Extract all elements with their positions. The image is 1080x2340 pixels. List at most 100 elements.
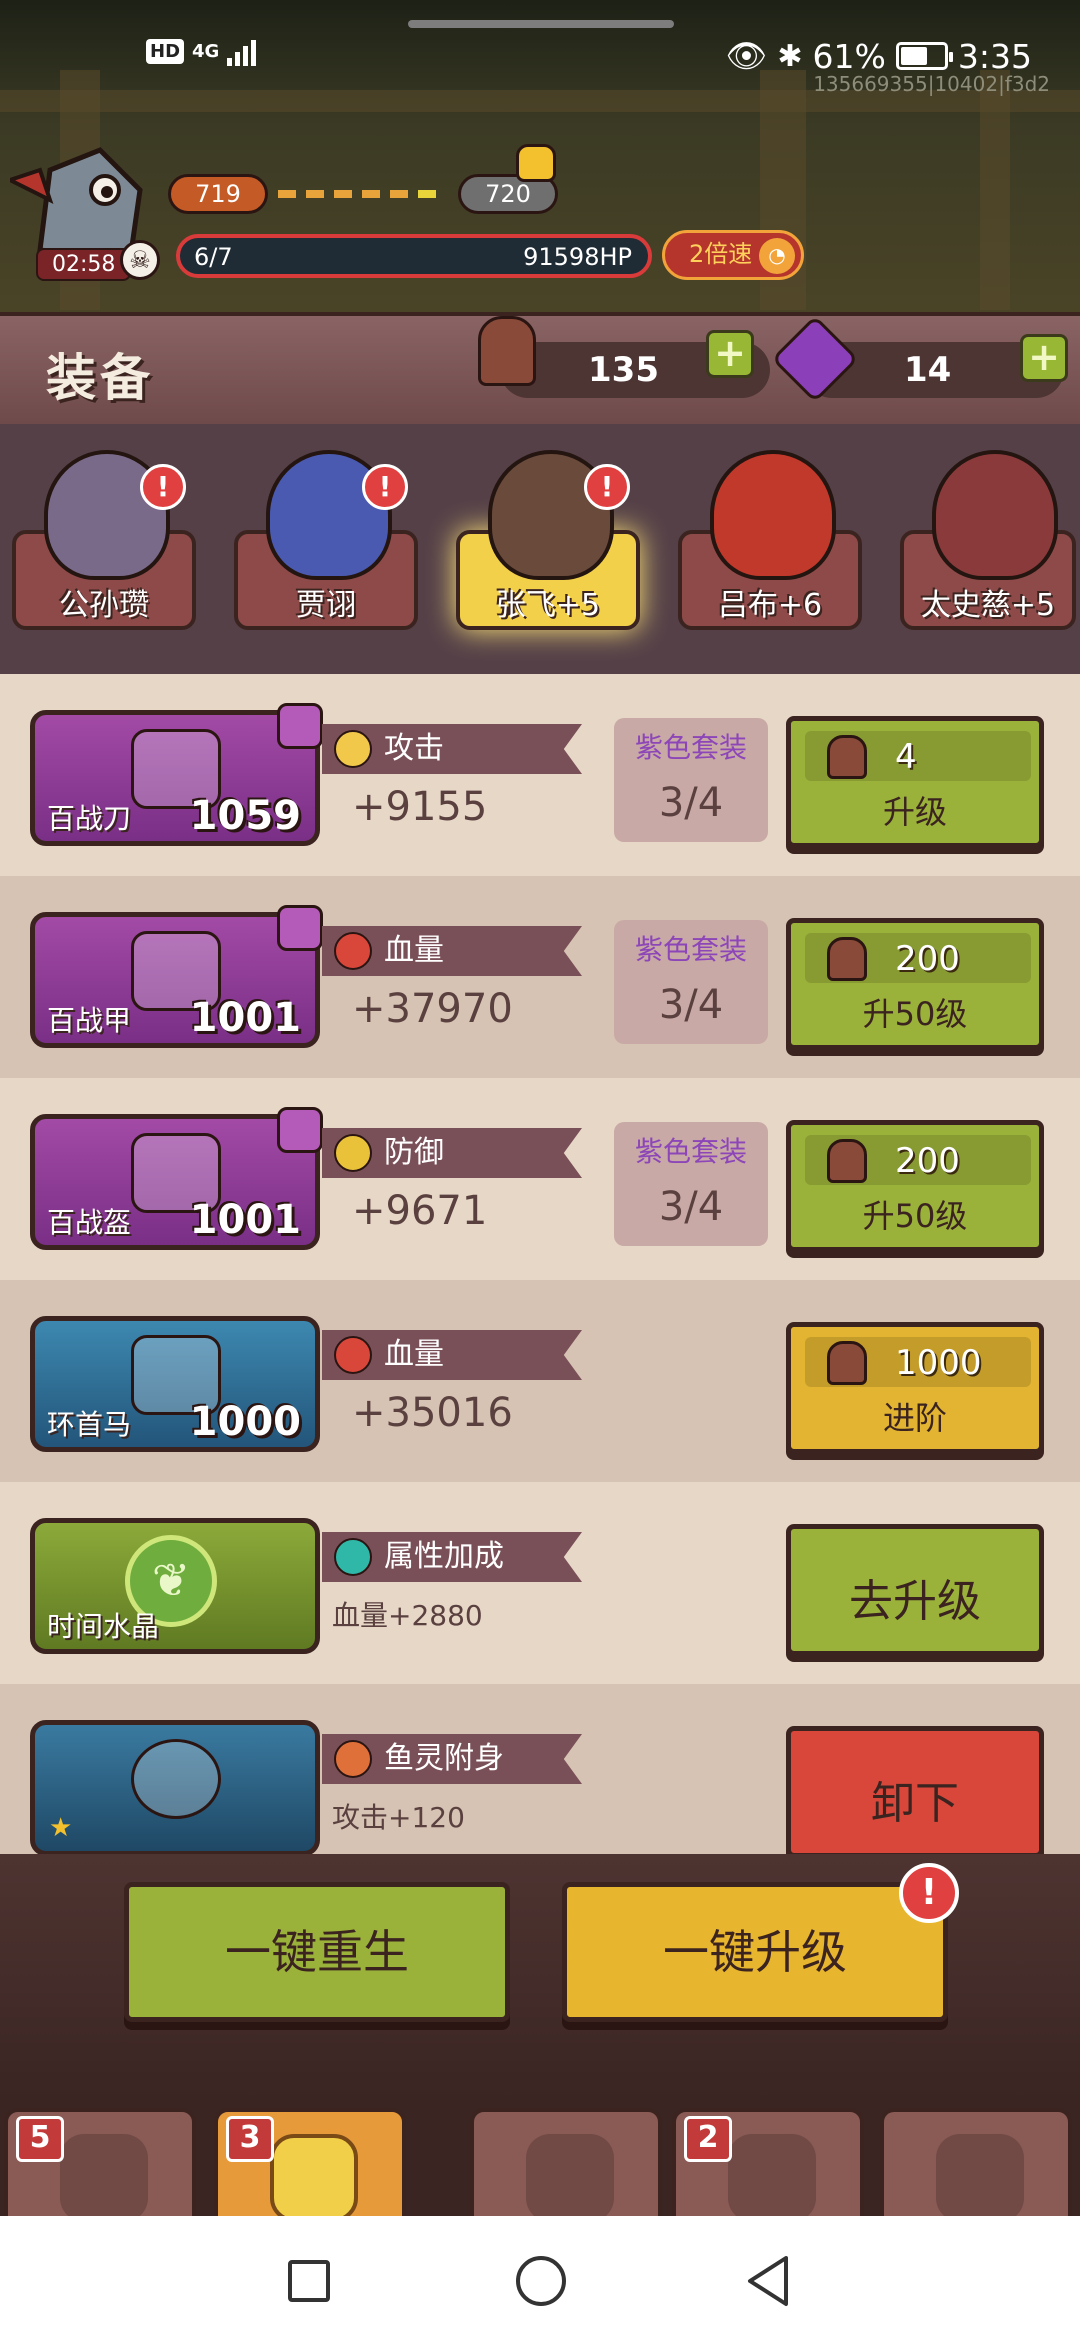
equipment-row: 百战刀 1059 攻击 +9155 紫色套装 3/4 4 升级 — [0, 674, 1080, 876]
item-power: 1001 — [189, 1197, 301, 1243]
cost-value: 200 — [895, 1141, 960, 1181]
speed-button[interactable]: 2倍速 ◔ — [662, 230, 804, 280]
set-count: 3/4 — [658, 1184, 724, 1230]
blood-drop-icon — [334, 1336, 372, 1374]
hero-name: 公孙瓒 — [59, 588, 149, 623]
item-name: 百战甲 — [47, 1004, 132, 1037]
item-slot-weapon[interactable]: 百战刀 1059 — [30, 703, 323, 846]
button-label: 升50级 — [862, 1197, 968, 1235]
cost-value: 1000 — [895, 1343, 982, 1383]
tab-badge: 3 — [226, 2116, 274, 2162]
item-slot-helmet[interactable]: 百战盔 1001 — [30, 1107, 323, 1250]
item-power: 1059 — [189, 793, 301, 839]
hero-portrait — [932, 450, 1058, 580]
fish-spirit-icon — [334, 1740, 372, 1778]
add-crystal-button[interactable]: + — [1020, 334, 1068, 382]
blood-drop-icon — [334, 932, 372, 970]
progress-dash — [418, 190, 436, 198]
equipment-row: 百战盔 1001 防御 +9671 紫色套装 3/4 200 升50级 — [0, 1078, 1080, 1280]
recents-button[interactable] — [288, 2260, 330, 2302]
item-name: 百战盔 — [47, 1206, 132, 1239]
reward-bag-icon[interactable] — [516, 144, 556, 182]
speed-label: 2倍速 — [689, 240, 753, 268]
tab-skills[interactable] — [470, 2108, 662, 2216]
alert-icon: ! — [899, 1863, 959, 1923]
item-power: 1000 — [189, 1399, 301, 1445]
hero-card-zhangfei[interactable]: ! 张飞+5 — [456, 450, 640, 630]
action-area: 一键重生 一键升级 ! — [0, 1854, 1080, 2100]
stat-value: 血量+2880 — [332, 1599, 483, 1632]
eye-icon: 👁 — [725, 36, 768, 75]
button-label: 进阶 — [882, 1399, 947, 1437]
item-slot-mount[interactable]: 环首马 1000 — [30, 1316, 320, 1452]
unequip-button[interactable]: 卸下 — [786, 1726, 1044, 1854]
hd-badge: HD — [146, 38, 185, 64]
stat-value: +9671 — [352, 1188, 488, 1234]
progress-dash — [390, 190, 408, 198]
equipment-list: 百战刀 1059 攻击 +9155 紫色套装 3/4 4 升级 百战甲 1001… — [0, 674, 1080, 1854]
stat-label: 血量 — [384, 933, 444, 968]
set-label: 紫色套装 — [634, 933, 747, 966]
advance-button[interactable]: 1000 进阶 — [786, 1322, 1044, 1454]
button-label: 去升级 — [849, 1576, 981, 1627]
hero-card-lvbu[interactable]: ! 吕布+6 — [678, 450, 862, 630]
add-ore-button[interactable]: + — [706, 330, 754, 378]
item-slot-crystal[interactable]: ❦ 时间水晶 — [30, 1518, 320, 1654]
tab-shop[interactable] — [880, 2108, 1072, 2216]
hero-card-gongsunzan[interactable]: ! 公孙瓒 — [12, 450, 196, 630]
hero-card-taishici[interactable]: ! 太史慈+5 — [900, 450, 1076, 630]
home-button[interactable] — [516, 2256, 566, 2306]
progress-dash — [334, 190, 352, 198]
tab-treasure[interactable]: 2 — [672, 2108, 864, 2216]
armor-set-icon — [277, 703, 323, 749]
progress-dash — [306, 190, 324, 198]
upgrade-50-button[interactable]: 200 升50级 — [786, 1120, 1044, 1252]
back-button[interactable] — [740, 2252, 796, 2310]
item-name: 百战刀 — [47, 802, 132, 835]
armor-set-icon — [277, 1107, 323, 1153]
cost-display: 200 — [805, 1135, 1031, 1185]
hero-selector: ! 公孙瓒 ! 贾诩 ! 张飞+5 ! 吕布+6 ! 太史慈+5 — [0, 424, 1080, 674]
stat-value: 攻击+120 — [332, 1801, 465, 1834]
tab-heroes[interactable]: 5 — [4, 2108, 196, 2216]
button-label: 升50级 — [862, 995, 968, 1033]
upgrade-button[interactable]: 4 升级 — [786, 716, 1044, 848]
battery-icon — [895, 42, 953, 70]
cost-display: 200 — [805, 933, 1031, 983]
attack-icon — [334, 730, 372, 768]
equipment-row: ★ 鱼灵附身 攻击+120 卸下 — [0, 1684, 1080, 1854]
bluetooth-icon: ✱ — [777, 38, 803, 74]
hero-card-jiaxu[interactable]: ! 贾诩 — [234, 450, 418, 630]
stat-value: +37970 — [352, 986, 513, 1032]
button-label: 卸下 — [871, 1778, 959, 1829]
ore-icon — [827, 1341, 867, 1385]
stage-timer: 02:58 — [36, 248, 132, 281]
upgrade-all-button[interactable]: 一键升级 ! — [562, 1863, 959, 2022]
rebirth-all-button[interactable]: 一键重生 — [124, 1882, 510, 2022]
skill-tab-icon — [526, 2134, 614, 2216]
cost-value: 200 — [895, 939, 960, 979]
gesture-handle[interactable] — [408, 20, 674, 28]
stat-value: +9155 — [352, 784, 488, 830]
ore-icon — [478, 316, 536, 386]
set-label: 紫色套装 — [634, 1135, 747, 1168]
tab-badge: 5 — [16, 2116, 64, 2162]
status-bar: HD 4G 👁 ✱ 61% 3:35 135669355|10402|f3d2 — [0, 0, 1080, 100]
cost-value: 4 — [895, 737, 917, 777]
hero-portrait — [710, 450, 836, 580]
tab-equipment[interactable]: 3 — [214, 2108, 406, 2216]
cost-display: 1000 — [805, 1337, 1031, 1387]
set-bonus-box: 紫色套装 3/4 — [614, 1122, 768, 1246]
set-count: 3/4 — [658, 982, 724, 1028]
progress-dash — [278, 190, 296, 198]
signal-icon — [227, 36, 257, 66]
battery-percent: 61% — [812, 36, 886, 76]
item-slot-armor[interactable]: 百战甲 1001 — [30, 905, 323, 1048]
equipment-row: ❦ 时间水晶 属性加成 血量+2880 去升级 — [0, 1482, 1080, 1684]
alert-icon: ! — [584, 464, 630, 510]
item-slot-fish-spirit[interactable]: ★ — [30, 1720, 320, 1854]
upgrade-50-button[interactable]: 200 升50级 — [786, 918, 1044, 1050]
speedometer-icon: ◔ — [759, 238, 795, 274]
hero-name: 张飞+5 — [495, 588, 601, 623]
go-upgrade-button[interactable]: 去升级 — [786, 1524, 1044, 1656]
